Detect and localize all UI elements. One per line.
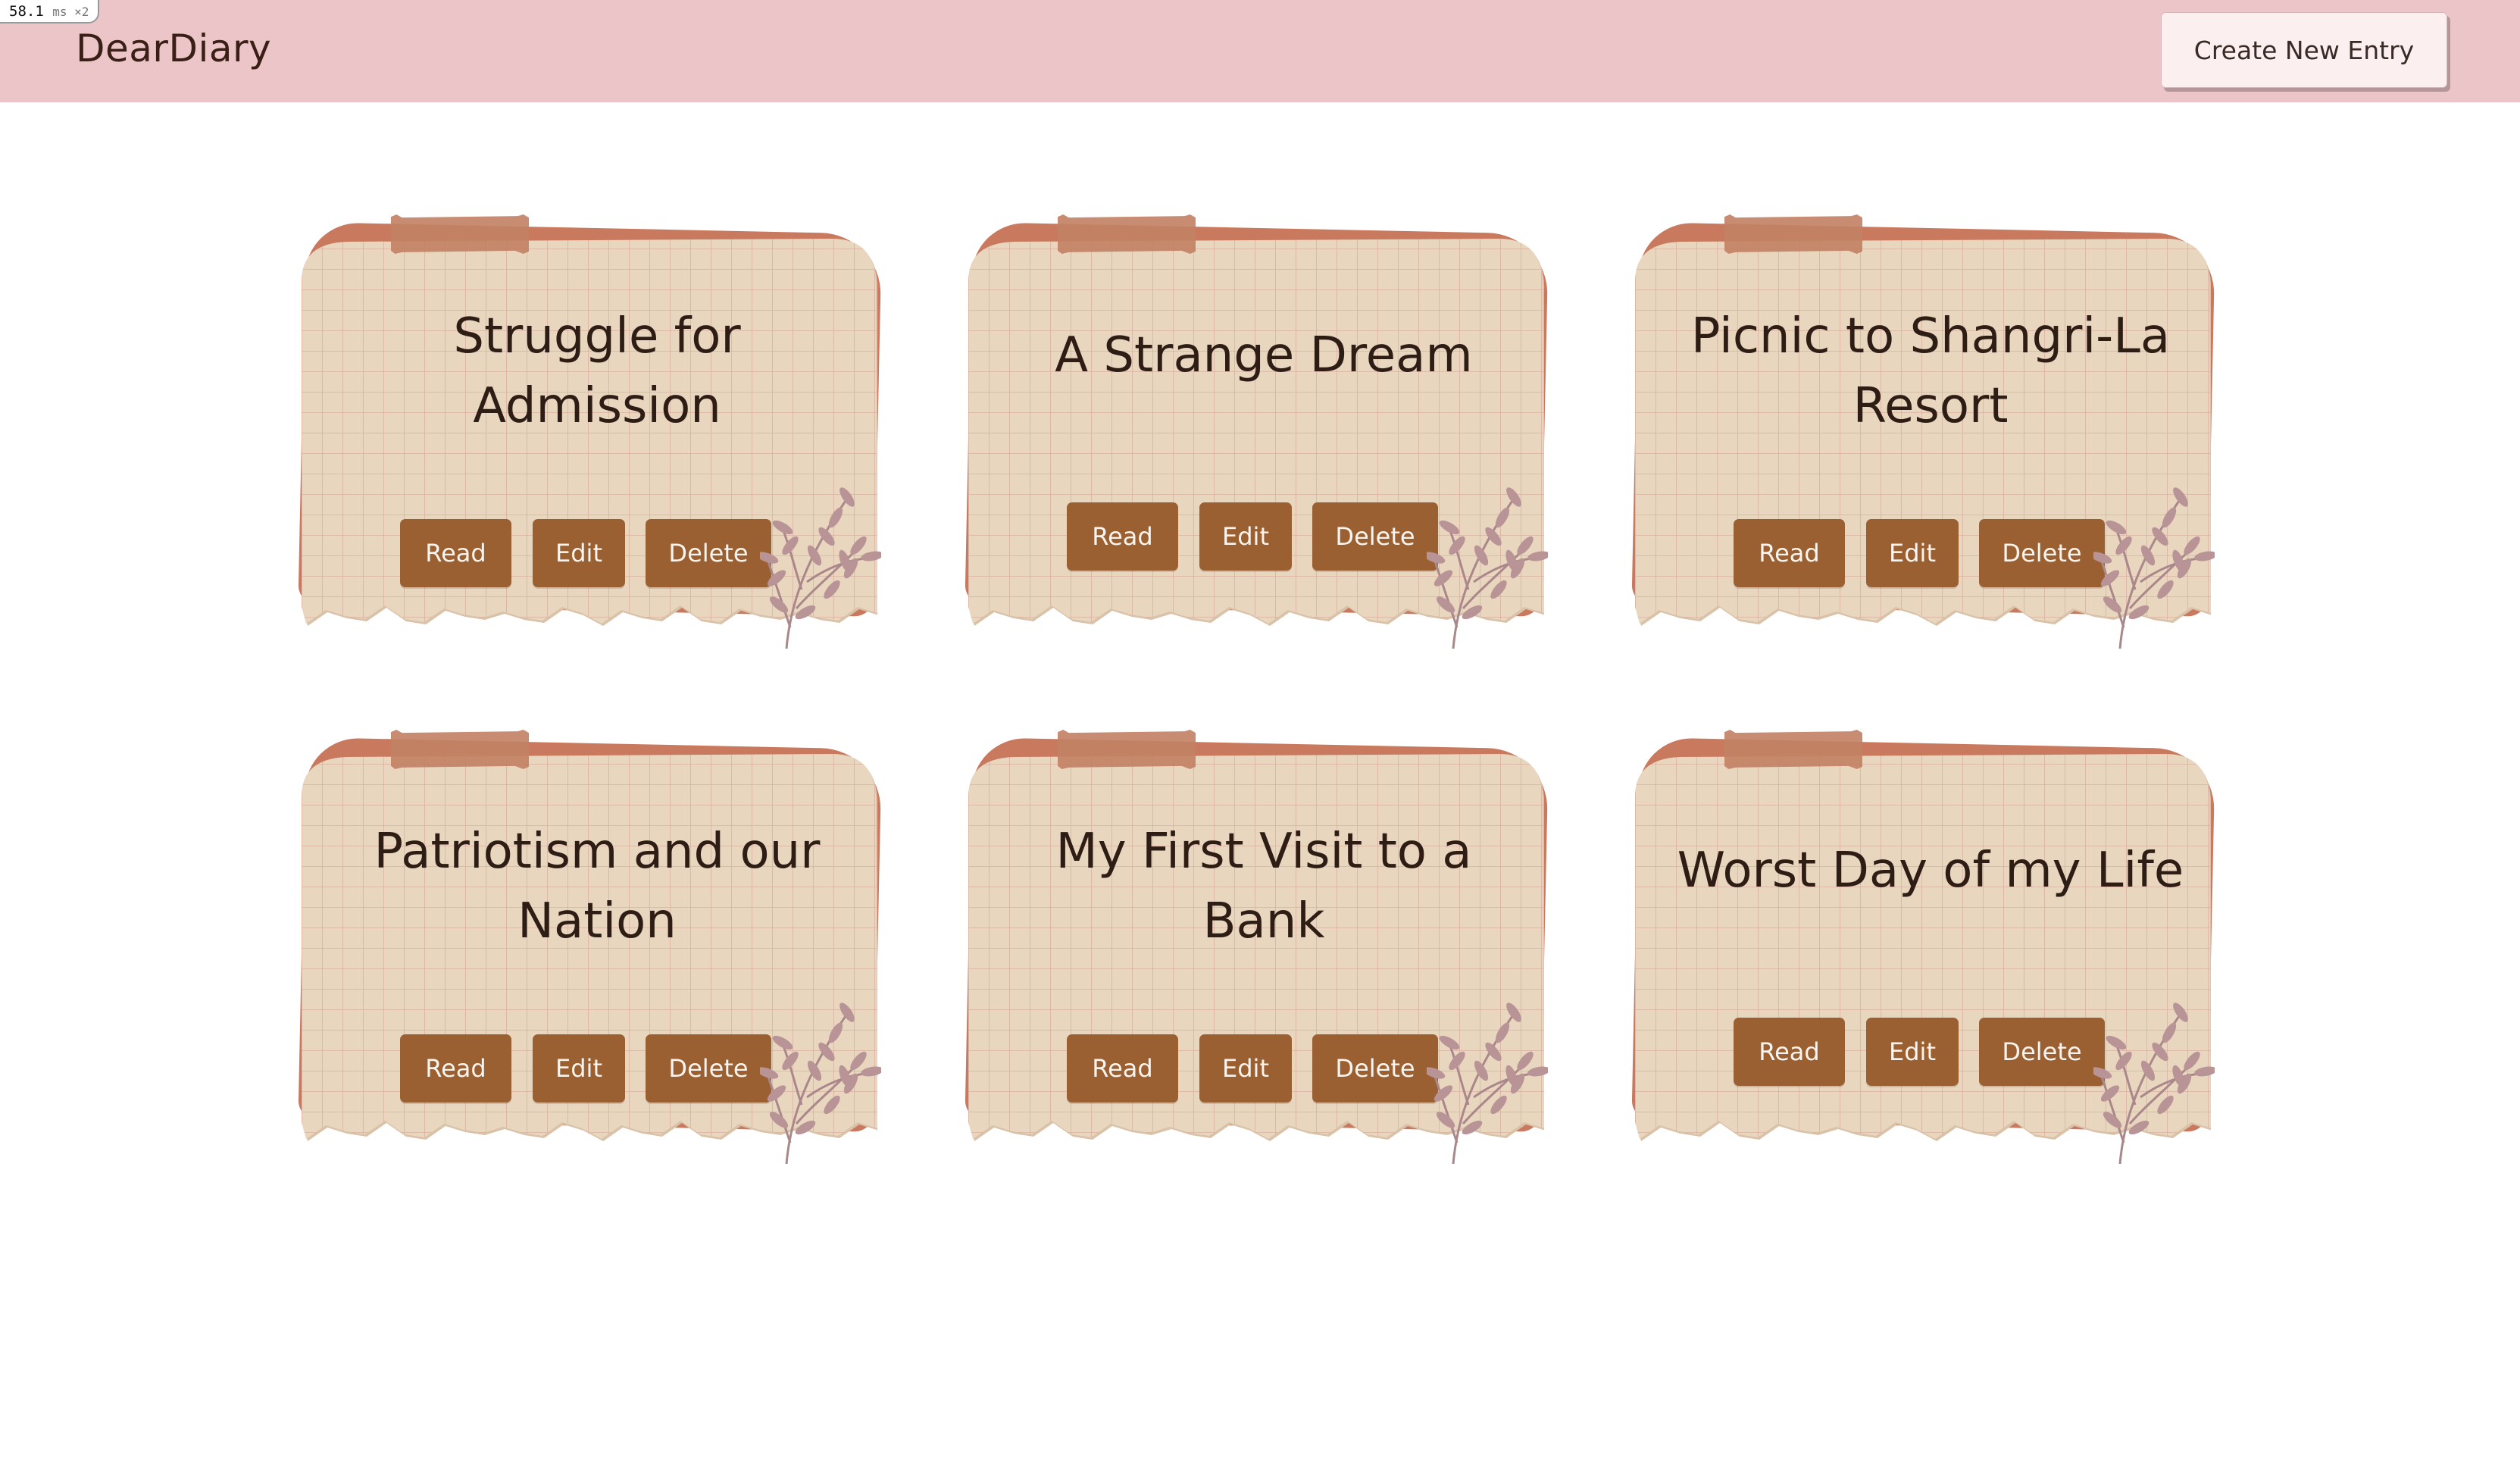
- entry-title: Worst Day of my Life: [1677, 843, 2184, 899]
- delete-button[interactable]: Delete: [1979, 1018, 2105, 1086]
- edit-button[interactable]: Edit: [1199, 1034, 1292, 1103]
- diary-entry-card: Worst Day of my Life Read Edit Delete: [1631, 730, 2226, 1165]
- leaf-sprig-icon: [2093, 487, 2215, 649]
- edit-button[interactable]: Edit: [533, 1034, 625, 1103]
- edit-button[interactable]: Edit: [1866, 519, 1959, 587]
- delete-button[interactable]: Delete: [1312, 502, 1438, 571]
- perf-unit: ms ×2: [52, 5, 89, 19]
- leaf-sprig-icon: [2093, 1003, 2215, 1165]
- read-button[interactable]: Read: [1734, 519, 1845, 587]
- diary-entry-card: My First Visit to a Bank Read Edit Delete: [965, 730, 1559, 1165]
- entry-title: Picnic to Shangri-La Resort: [1690, 308, 2171, 434]
- leaf-sprig-icon: [1427, 487, 1548, 649]
- tape-strip: [391, 730, 529, 769]
- entry-title: My First Visit to a Bank: [1055, 824, 1472, 949]
- read-button[interactable]: Read: [1067, 1034, 1178, 1103]
- delete-button[interactable]: Delete: [1979, 519, 2105, 587]
- delete-button[interactable]: Delete: [646, 1034, 771, 1103]
- delete-button[interactable]: Delete: [646, 519, 771, 587]
- delete-button[interactable]: Delete: [1312, 1034, 1438, 1103]
- brand-logo[interactable]: DearDiary: [76, 0, 271, 97]
- tape-strip: [1724, 730, 1862, 769]
- diary-entry-card: Patriotism and our Nation Read Edit Delete: [298, 730, 893, 1165]
- entry-title: Patriotism and our Nation: [374, 824, 821, 949]
- leaf-sprig-icon: [1427, 1003, 1548, 1165]
- perf-overlay: 58.1 ms ×2: [0, 0, 100, 23]
- tape-strip: [1058, 214, 1196, 254]
- diary-entry-card: Struggle for Admission Read Edit Delete: [298, 214, 893, 649]
- read-button[interactable]: Read: [400, 1034, 511, 1103]
- edit-button[interactable]: Edit: [1199, 502, 1292, 571]
- read-button[interactable]: Read: [1734, 1018, 1845, 1086]
- leaf-sprig-icon: [760, 487, 881, 649]
- perf-value: 58.1: [9, 3, 44, 20]
- navbar: DearDiary Create New Entry: [0, 0, 2520, 102]
- entry-title: A Strange Dream: [1055, 327, 1473, 383]
- edit-button[interactable]: Edit: [1866, 1018, 1959, 1086]
- tape-strip: [1058, 730, 1196, 769]
- diary-entry-card: Picnic to Shangri-La Resort Read Edit Delet…: [1631, 214, 2226, 649]
- create-new-entry-button[interactable]: Create New Entry: [2161, 12, 2447, 88]
- entry-title: Struggle for Admission: [453, 308, 741, 434]
- tape-strip: [1724, 214, 1862, 254]
- tape-strip: [391, 214, 529, 254]
- diary-entry-card: A Strange Dream Read Edit Delete: [965, 214, 1559, 649]
- read-button[interactable]: Read: [400, 519, 511, 587]
- leaf-sprig-icon: [760, 1003, 881, 1165]
- edit-button[interactable]: Edit: [533, 519, 625, 587]
- read-button[interactable]: Read: [1067, 502, 1178, 571]
